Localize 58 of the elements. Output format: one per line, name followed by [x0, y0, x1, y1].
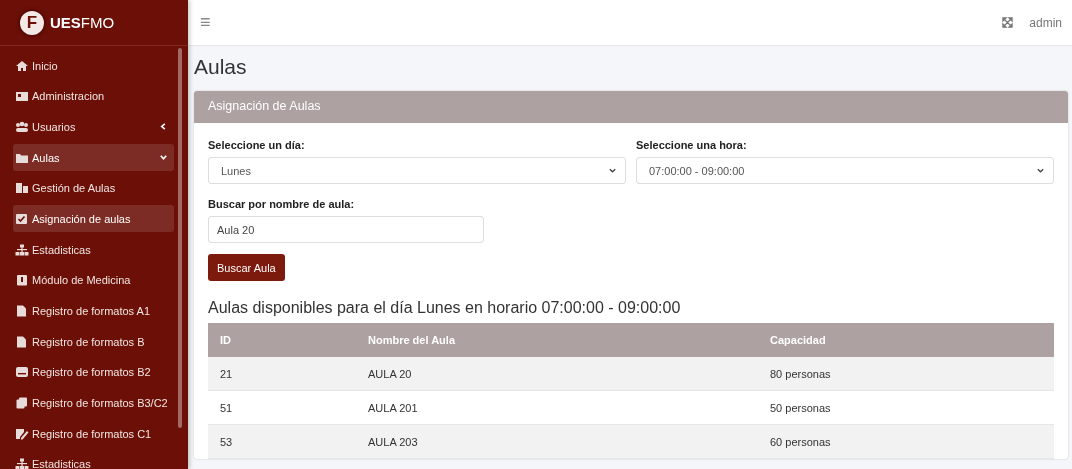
sidebar-item[interactable]: Inicio: [13, 52, 174, 79]
results-title: Aulas disponibles para el día Lunes en horario 07:00:00 - 09:00:00: [208, 299, 681, 317]
fullscreen-icon[interactable]: [1002, 17, 1014, 28]
drive-icon: [15, 366, 29, 379]
card-icon: [15, 90, 29, 103]
sidebar-item[interactable]: Gestión de Aulas: [13, 174, 174, 202]
table-cell: 50 personas: [758, 390, 1054, 425]
sitemap-icon: [15, 458, 29, 469]
file-icon: [15, 305, 29, 317]
sidebar-item[interactable]: Registro de formatos C1: [13, 420, 174, 448]
sidebar-item[interactable]: Estadisticas: [13, 450, 174, 469]
checkbox-icon: [15, 212, 29, 225]
table-cell: 51: [208, 390, 356, 425]
day-select[interactable]: Lunes: [208, 157, 626, 184]
table-cell: AULA 201: [356, 390, 758, 425]
column-header: Nombre del Aula: [356, 323, 758, 357]
sidebar-item[interactable]: Registro de formatos A1: [13, 297, 174, 325]
table-cell: 80 personas: [758, 357, 1054, 391]
sidebar-item[interactable]: Módulo de Medicina: [13, 266, 174, 294]
table-cell: AULA 20: [356, 357, 758, 391]
table-cell: 53: [208, 424, 356, 459]
sidebar-item[interactable]: Asignación de aulas: [13, 205, 174, 233]
column-header: Capacidad: [758, 323, 1054, 357]
sidebar-item[interactable]: Estadisticas: [13, 236, 174, 264]
home-icon: [15, 59, 29, 72]
sidebar-item[interactable]: Registro de formatos B2: [13, 358, 174, 386]
sidebar-item[interactable]: Administracion: [13, 82, 174, 110]
page-title: Aulas: [194, 55, 248, 79]
table-cell: 21: [208, 357, 356, 391]
users-icon: [15, 120, 29, 133]
scrollbar[interactable]: [178, 48, 182, 428]
folder-icon: [15, 151, 29, 164]
building-icon: [15, 182, 29, 195]
sidebar-item[interactable]: Aulas: [13, 144, 174, 172]
hour-select[interactable]: 07:00:00 - 09:00:00: [636, 157, 1054, 184]
sidebar-item[interactable]: Usuarios: [13, 113, 174, 141]
user-link[interactable]: admin: [1029, 15, 1062, 30]
hospital-icon: [15, 274, 29, 287]
search-button[interactable]: Buscar Aula: [208, 254, 285, 281]
table-cell: 60 personas: [758, 424, 1054, 459]
chevron-down-icon: [608, 166, 617, 175]
brand-name: UESFMO: [50, 14, 115, 31]
field-label: Seleccione una hora:: [636, 139, 748, 151]
sidebar-item[interactable]: Registro de formatos B3/C2: [13, 389, 174, 417]
copy-icon: [15, 397, 29, 410]
card-header: Asignación de Aulas: [194, 91, 1068, 123]
column-header: ID: [208, 323, 356, 357]
file-icon: [15, 335, 29, 348]
sitemap-icon: [15, 243, 29, 256]
pencil-icon: [15, 427, 29, 440]
field-label: Buscar por nombre de aula:: [208, 198, 355, 210]
menu-button[interactable]: ≡: [196, 12, 215, 33]
table-cell: AULA 203: [356, 424, 758, 459]
logo-icon: F: [20, 10, 44, 35]
field-label: Seleccione un día:: [208, 139, 306, 151]
chevron-down-icon: [1036, 166, 1045, 175]
sidebar-item[interactable]: Registro de formatos B: [13, 328, 174, 356]
search-field[interactable]: Aula 20: [208, 216, 484, 243]
